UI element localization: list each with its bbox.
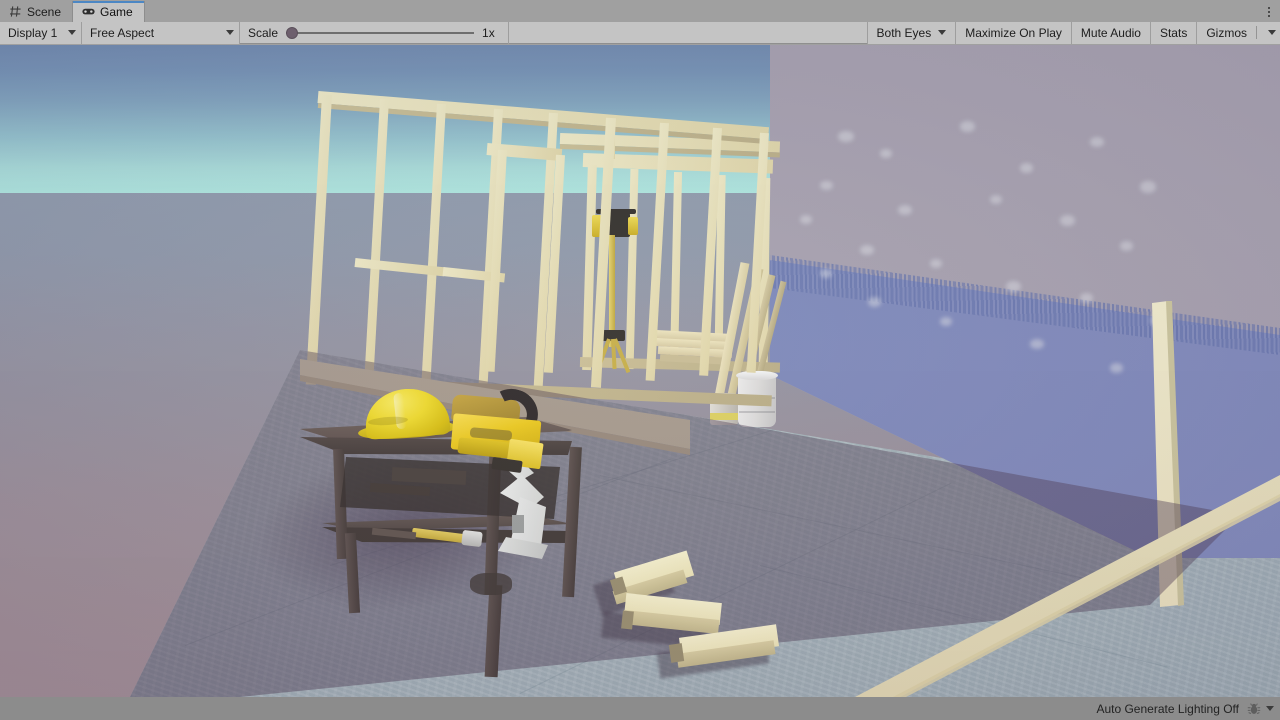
both-eyes-dropdown[interactable]: Both Eyes [867,22,956,44]
both-eyes-label: Both Eyes [877,26,932,40]
tab-game[interactable]: Game [72,1,145,22]
bug-icon[interactable] [1247,702,1261,716]
chevron-down-icon [1268,30,1276,35]
mute-audio-button[interactable]: Mute Audio [1071,22,1150,44]
display-dropdown[interactable]: Display 1 [0,22,82,44]
chevron-down-icon [68,30,76,35]
maximize-on-play-label: Maximize On Play [965,26,1062,40]
gamepad-icon [82,5,95,18]
kebab-menu-icon[interactable] [1258,1,1280,22]
mute-audio-label: Mute Audio [1081,26,1141,40]
scale-slider[interactable] [286,26,474,40]
tab-scene-label: Scene [27,5,61,19]
tab-scene[interactable]: Scene [0,1,72,22]
chevron-down-icon [938,30,946,35]
chevron-down-icon[interactable] [1266,706,1274,711]
game-viewport[interactable] [0,45,1280,697]
scale-label: Scale [248,26,278,40]
gizmos-dropdown[interactable]: Gizmos [1196,22,1280,44]
gizmos-label: Gizmos [1206,26,1247,40]
chevron-down-icon [226,30,234,35]
tab-game-label: Game [100,5,133,19]
status-bar-icons [1247,702,1274,716]
aspect-ratio-label: Free Aspect [90,26,154,40]
wood-blocks [0,45,1280,697]
game-view-toolbar: Display 1 Free Aspect Scale 1x Both Eyes… [0,22,1280,44]
grid-icon [9,5,22,18]
unity-game-view-window: Scene Game Display 1 Free Aspect Scale [0,0,1280,720]
maximize-on-play-button[interactable]: Maximize On Play [955,22,1071,44]
scale-slider-track [286,32,474,34]
editor-status-bar: Auto Generate Lighting Off [0,697,1280,720]
tab-bar-filler [145,1,1258,22]
scale-slider-group: Scale 1x [240,22,509,44]
stats-button[interactable]: Stats [1150,22,1196,44]
aspect-ratio-dropdown[interactable]: Free Aspect [82,22,240,44]
gizmos-separator [1256,26,1257,39]
status-message: Auto Generate Lighting Off [1096,702,1239,716]
panel-tab-bar: Scene Game [0,0,1280,22]
scale-value: 1x [482,26,500,40]
scale-slider-knob[interactable] [286,27,298,39]
stats-label: Stats [1160,26,1187,40]
toolbar-spacer [509,22,866,44]
display-dropdown-label: Display 1 [8,26,57,40]
